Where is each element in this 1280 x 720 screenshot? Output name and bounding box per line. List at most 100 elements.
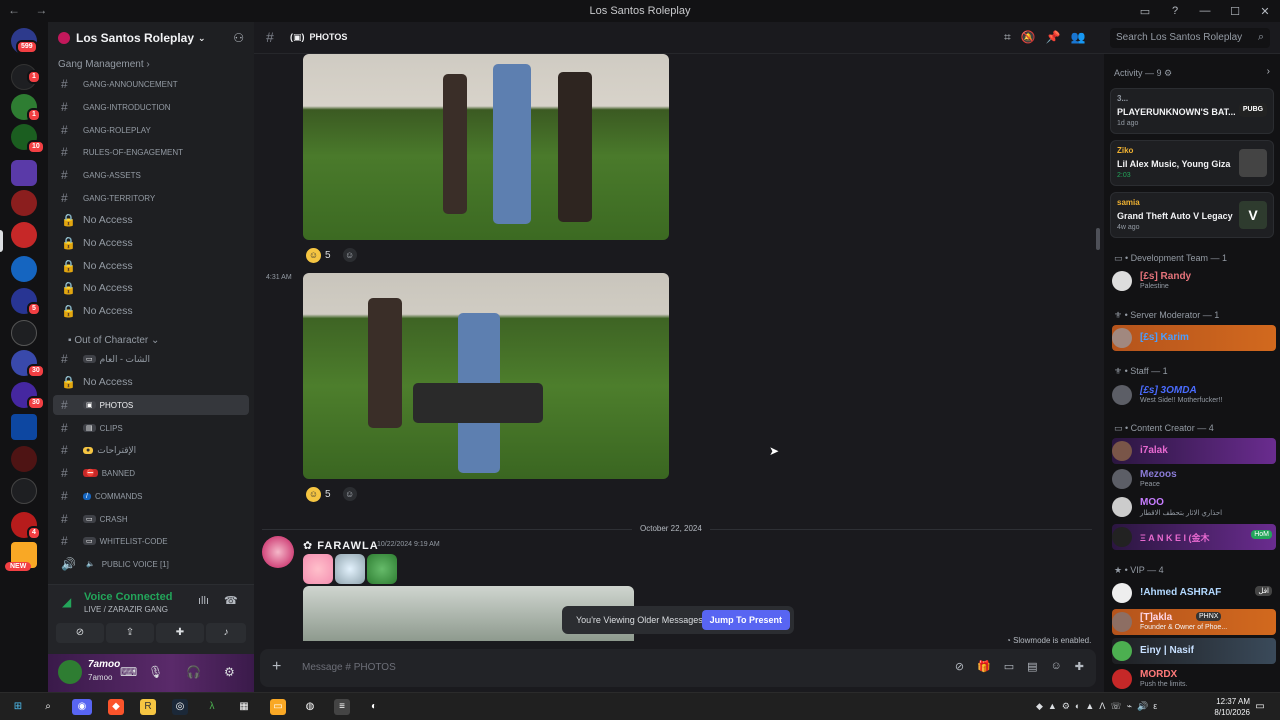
scrollbar-thumb[interactable] [1096,228,1100,250]
slash-icon[interactable]: ⊘ [955,660,964,673]
channel-item[interactable]: # GANG-ASSETS [53,165,249,185]
brave-app-icon[interactable]: ◆ [108,699,124,715]
channel-item[interactable]: # ▭ CRASH [53,509,249,529]
folder-icon[interactable] [11,160,37,186]
help-icon[interactable]: ? [1160,5,1190,17]
emoji-icon[interactable]: ☺ [1051,660,1062,673]
server-icon[interactable] [11,256,37,282]
plus-icon[interactable]: + [272,658,281,676]
soundboard-button[interactable]: ♪ [206,623,246,643]
discord-app-icon[interactable]: ◉ [72,699,92,715]
server-icon[interactable] [11,190,37,216]
notification-icon[interactable]: ▭ [1252,699,1268,715]
app-icon[interactable]: ◐ [366,699,382,715]
gear-icon[interactable]: ⚙ [224,665,235,679]
activity-card[interactable]: samia Grand Theft Auto V Legacy 4w ago V [1110,192,1274,238]
message-input[interactable]: Message # PHOTOS [302,662,396,673]
channel-item[interactable]: # GANG-ROLEPLAY [53,120,249,140]
voice-channel-item[interactable]: 🔊 🔈 PUBLIC VOICE [1] [53,554,249,574]
channel-item-locked[interactable]: 🔒 No Access [53,372,249,392]
threads-icon[interactable]: ⌗ [1004,30,1011,45]
folder-app-icon[interactable]: ▭ [270,699,286,715]
server-icon[interactable] [11,478,37,504]
noise-suppression-icon[interactable]: ıllı [198,595,209,607]
search-icon[interactable]: ⌕ [40,699,56,715]
member-item[interactable]: [£s] 3OMDA West Side!! Motherfucker!! [1112,382,1276,408]
channel-item[interactable]: # / COMMANDS [53,486,249,506]
channel-item[interactable]: # ● الإقتراحات [53,440,249,460]
gift-icon[interactable]: 🎁 [977,660,991,673]
member-item[interactable]: MORDX Push the limits. [1112,666,1276,692]
username[interactable]: 7amoo [88,659,120,670]
activity-card[interactable]: Ziko Lil Alex Music, Young Giza 2:03 [1110,140,1274,186]
message-author[interactable]: ✿ FARAWLA [303,539,379,552]
inbox-icon[interactable]: ▭ [1130,5,1160,18]
avatar[interactable] [58,660,82,684]
headphones-icon[interactable]: 🎧 [186,665,201,679]
category-gang-management[interactable]: Gang Management › [48,54,254,74]
game-icon[interactable]: ⌨ [120,665,137,679]
message-composer[interactable]: + Message # PHOTOS ⊘ 🎁 ▭ ▤ ☺ ✚ [260,649,1096,687]
jump-to-present-button[interactable]: Jump To Present [701,610,790,630]
disconnect-icon[interactable]: ☎ [224,594,238,607]
server-icon[interactable] [11,320,37,346]
channel-item[interactable]: # ▭ WHITELIST-CODE [53,531,249,551]
app-icon[interactable]: ▦ [236,699,252,715]
apps-icon[interactable]: ✚ [1075,660,1084,673]
steam-app-icon[interactable]: ◎ [172,699,188,715]
member-item[interactable]: Ξ A N K E I (金木 HoM [1112,524,1276,550]
member-item[interactable]: [T]akla Founder & Owner of Phoe... PHNX [1112,609,1276,635]
reaction[interactable]: ☺ 5 ☺ [306,246,357,264]
microphone-icon[interactable]: 🎙 [148,665,163,679]
category-out-of-character[interactable]: ▪ Out of Character ⌄ [58,330,159,350]
channel-item-locked[interactable]: 🔒 No Access [53,210,249,230]
camera-off-button[interactable]: ⊘ [56,623,104,643]
member-item[interactable]: [£s] Randy Palestine [1112,268,1276,294]
avatar[interactable] [262,536,294,568]
voice-channel-name[interactable]: LIVE / ZARAZIR GANG [84,605,168,614]
sticker-icon[interactable]: ▤ [1027,660,1037,673]
members-icon[interactable]: 👥 [1071,30,1086,45]
channel-item[interactable]: # ⛔ BANNED [53,463,249,483]
windows-start-icon[interactable]: ⊞ [10,699,26,715]
photo-attachment[interactable] [303,54,669,240]
channel-item-locked[interactable]: 🔒 No Access [53,233,249,253]
member-item[interactable]: [£s] Karim [1112,325,1276,351]
channel-item[interactable]: # ▭ الشات - العام [53,349,249,369]
taskbar-clock[interactable]: 12:37 AM 8/10/2026 [1214,696,1250,718]
app-icon[interactable]: ◍ [302,699,318,715]
close-button[interactable]: ✕ [1250,5,1280,18]
channel-item-locked[interactable]: 🔒 No Access [53,278,249,298]
activities-button[interactable]: ✚ [156,623,204,643]
nav-arrows[interactable]: ← → [8,3,53,17]
server-icon[interactable] [11,446,37,472]
minimize-button[interactable]: — [1190,5,1220,17]
invite-icon[interactable]: ⚇ [233,31,244,45]
member-item[interactable]: i7alak [1112,438,1276,464]
channel-item-locked[interactable]: 🔒 No Access [53,301,249,321]
photo-attachment[interactable] [303,273,669,479]
chevron-right-icon[interactable]: › [1267,66,1270,77]
channel-item[interactable]: # RULES-OF-ENGAGEMENT [53,142,249,162]
app-icon[interactable]: R [140,699,156,715]
search-input[interactable]: Search Los Santos Roleplay ⌕ [1110,28,1270,48]
member-item[interactable]: !Ahmed ASHRAF افل [1112,580,1276,606]
channel-item[interactable]: # ▤ CLIPS [53,418,249,438]
gif-icon[interactable]: ▭ [1004,660,1014,673]
app-icon[interactable]: λ [204,699,220,715]
system-tray[interactable]: ◆▲⚙◐▲ᐱ☏⌁🔊ε [1036,701,1162,712]
activity-card[interactable]: 3... PLAYERUNKNOWN'S BAT... 1d ago PUBG [1110,88,1274,134]
pin-icon[interactable]: 📌 [1046,30,1061,45]
guild-header[interactable]: Los Santos Roleplay ⌄ ⚇ [48,22,254,54]
member-item[interactable]: Einy | Nasif [1112,638,1276,664]
member-item[interactable]: MOO احذاري الاثار بتحطف الاقطار [1112,494,1276,520]
server-icon[interactable] [11,222,37,248]
channel-item[interactable]: # GANG-TERRITORY [53,188,249,208]
member-item[interactable]: Mezoos Peace [1112,466,1276,492]
channel-item-photos[interactable]: # ▣ PHOTOS [53,395,249,415]
channel-item-locked[interactable]: 🔒 No Access [53,256,249,276]
server-icon[interactable] [11,414,37,440]
add-reaction-icon[interactable]: ☺ [342,248,357,262]
channel-item[interactable]: # GANG-INTRODUCTION [53,97,249,117]
bell-off-icon[interactable]: 🔕 [1021,30,1036,45]
